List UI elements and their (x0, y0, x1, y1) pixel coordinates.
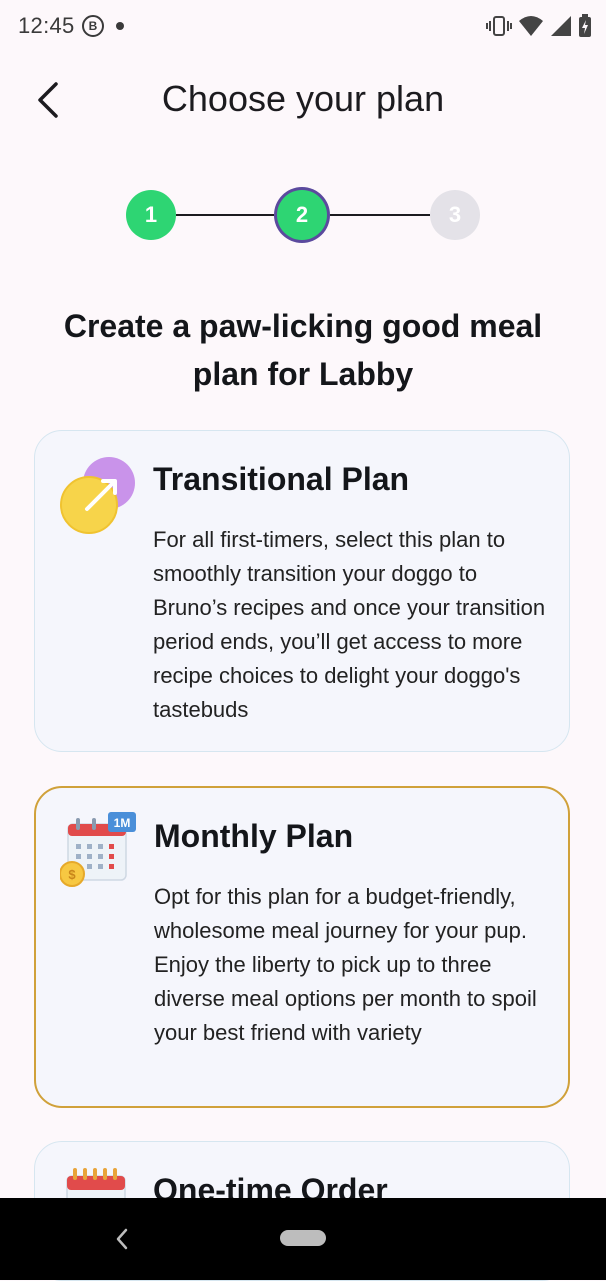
svg-text:$: $ (68, 867, 76, 882)
nav-back-icon[interactable] (110, 1224, 134, 1254)
notification-dot-icon (116, 22, 124, 30)
system-nav-bar (0, 1198, 606, 1280)
plan-description: For all first-timers, select this plan t… (153, 527, 546, 722)
wifi-icon (519, 16, 543, 36)
plan-title: Transitional Plan (153, 461, 410, 497)
step-3: 3 (430, 190, 480, 240)
step-connector (176, 214, 274, 216)
progress-stepper: 1 2 3 (0, 186, 606, 244)
plan-card-monthly[interactable]: 1M $ Monthly Plan Opt for this plan for … (34, 786, 570, 1108)
status-icons (486, 14, 592, 38)
plan-title: Monthly Plan (154, 818, 354, 854)
calendar-icon: 1M $ (59, 812, 140, 892)
battery-icon (579, 14, 591, 37)
step-2: 2 (277, 190, 327, 240)
transition-icon (59, 455, 139, 535)
app-bar: Choose your plan (0, 62, 606, 138)
signal-icon (551, 16, 571, 36)
plan-description: Opt for this plan for a budget-friendly,… (154, 884, 537, 1045)
status-badge: B (82, 15, 104, 37)
calendar-badge: 1M (114, 816, 131, 830)
plan-card-transitional[interactable]: Transitional Plan For all first-timers, … (34, 430, 570, 752)
nav-home-pill[interactable] (280, 1230, 326, 1246)
step-connector (330, 214, 430, 216)
status-bar: 12:45 B (0, 0, 606, 54)
page-headline: Create a paw-licking good meal plan for … (63, 308, 543, 392)
page-title: Choose your plan (161, 78, 445, 119)
vibrate-icon (486, 16, 512, 36)
step-1: 1 (126, 190, 176, 240)
status-time: 12:45 (18, 13, 75, 38)
